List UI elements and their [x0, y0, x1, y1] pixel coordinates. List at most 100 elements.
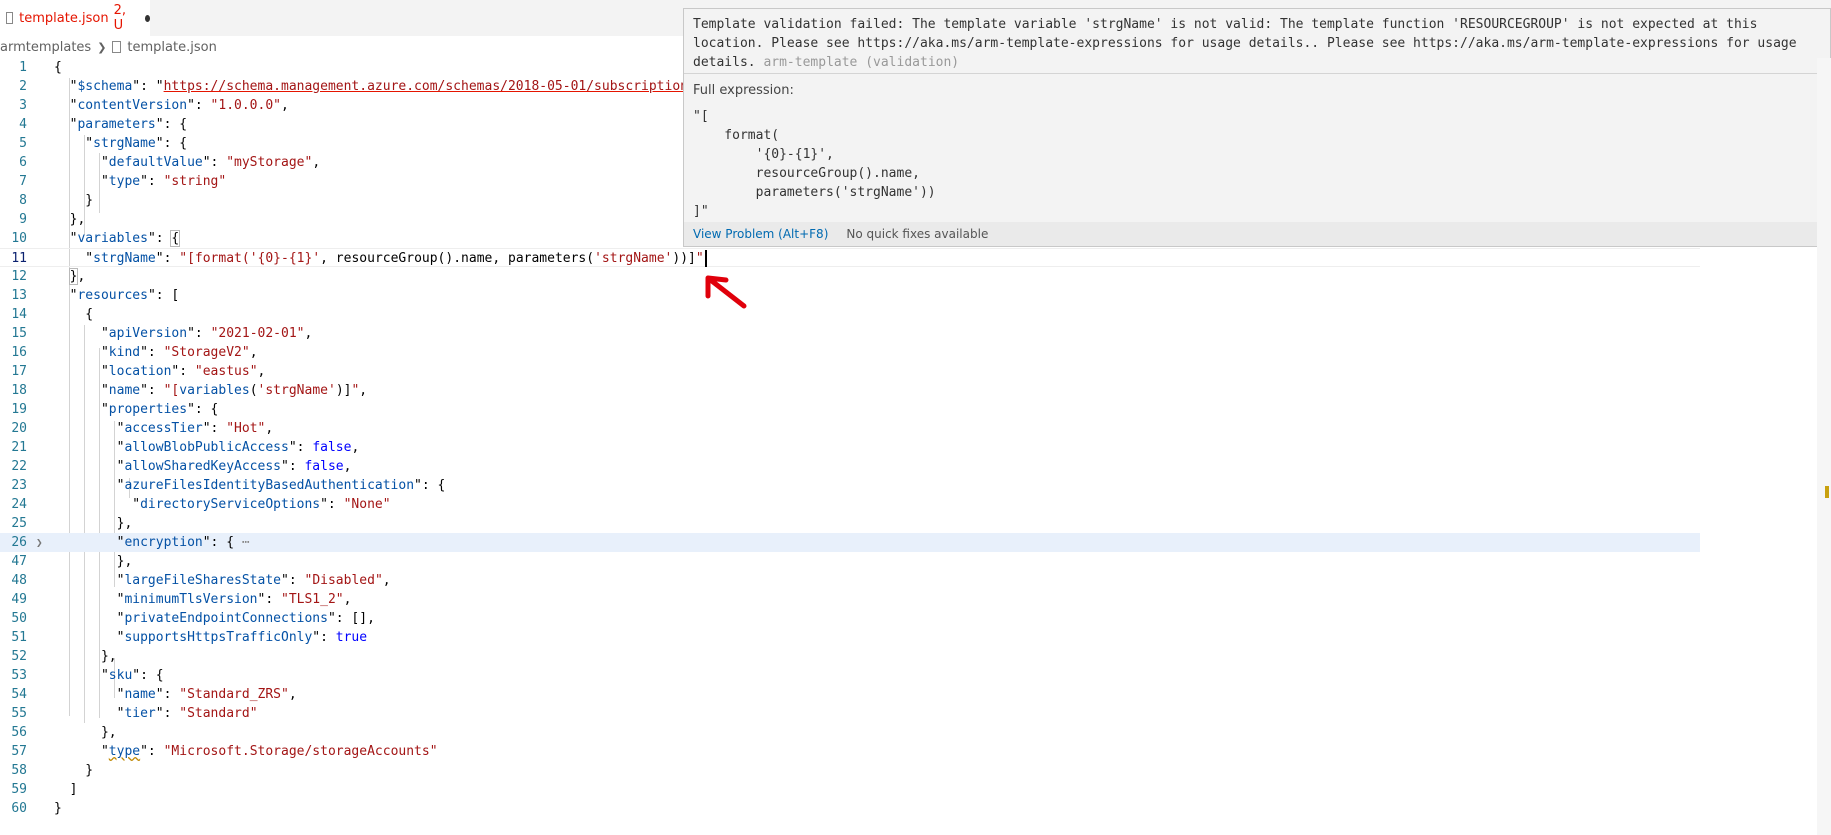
tab-filename: template.json: [19, 10, 109, 26]
code-line: 16 "kind": "StorageV2",: [0, 343, 1700, 362]
tab-template-json[interactable]: template.json 2, U: [0, 0, 150, 36]
code-line: 50 "privateEndpointConnections": [],: [0, 609, 1700, 628]
full-expression-code: "[ format( '{0}-{1}', resourceGroup().na…: [693, 109, 936, 219]
vertical-scrollbar[interactable]: [1817, 58, 1831, 835]
code-line: 52 },: [0, 647, 1700, 666]
json-key: accessTier: [124, 421, 203, 436]
json-value: string: [171, 174, 219, 189]
line-number: 23: [11, 478, 27, 493]
breadcrumb-folder[interactable]: armtemplates: [0, 40, 91, 55]
json-key: apiVersion: [108, 326, 188, 341]
code-text: },: [54, 554, 133, 569]
json-key: defaultValue: [108, 155, 203, 170]
json-key: supportsHttpsTrafficOnly: [124, 630, 313, 645]
line-number: 22: [11, 459, 27, 474]
code-line: 59 ]: [0, 780, 1700, 799]
line-number: 50: [11, 611, 27, 626]
code-text: "name": "Standard_ZRS",: [54, 687, 297, 702]
line-number: 2: [19, 79, 27, 94]
line-number: 56: [11, 725, 27, 740]
hover-status-bar: View Problem (Alt+F8) No quick fixes ava…: [684, 222, 1830, 246]
code-line: 48 "largeFileSharesState": "Disabled",: [0, 571, 1700, 590]
json-key: allowBlobPublicAccess: [124, 440, 289, 455]
folded-region-ellipsis[interactable]: ⋯: [242, 535, 250, 550]
code-text: "kind": "StorageV2",: [54, 345, 258, 360]
code-line: 20 "accessTier": "Hot",: [0, 419, 1700, 438]
code-line: 12 },: [0, 267, 1700, 286]
code-text: "type": "Microsoft.Storage/storageAccoun…: [54, 744, 438, 759]
breadcrumb: armtemplates ❯ template.json: [0, 36, 217, 58]
code-text: "parameters": {: [54, 117, 188, 132]
annotation-arrow-icon: [705, 275, 747, 309]
code-line: 19 "properties": {: [0, 400, 1700, 419]
code-line: 21 "allowBlobPublicAccess": false,: [0, 438, 1700, 457]
code-line: 49 "minimumTlsVersion": "TLS1_2",: [0, 590, 1700, 609]
code-line: 18 "name": "[variables('strgName')]",: [0, 381, 1700, 400]
expression-text: , resourceGroup().name, parameters(: [320, 251, 595, 266]
line-number: 1: [19, 60, 27, 75]
json-value: None: [351, 497, 383, 512]
fold-expand-chevron-icon[interactable]: ❯: [36, 533, 43, 552]
text-cursor: [704, 250, 707, 267]
json-key: parameters: [77, 117, 156, 132]
line-number: 6: [19, 155, 27, 170]
expression-text: ))]: [672, 251, 696, 266]
line-number: 25: [11, 516, 27, 531]
json-key: allowSharedKeyAccess: [124, 459, 281, 474]
line-number: 11: [11, 251, 27, 266]
json-value: myStorage: [234, 155, 305, 170]
unsaved-dot-icon[interactable]: [144, 14, 150, 22]
line-number: 20: [11, 421, 27, 436]
code-text: "encryption": { ⋯: [54, 535, 250, 550]
expression-text: )]: [335, 383, 352, 398]
json-key: strgName: [93, 251, 156, 266]
code-text: "apiVersion": "2021-02-01",: [54, 326, 313, 341]
code-line: 53 "sku": {: [0, 666, 1700, 685]
code-line: 55 "tier": "Standard": [0, 704, 1700, 723]
view-problem-link[interactable]: View Problem (Alt+F8): [693, 227, 828, 241]
code-text: }: [54, 763, 94, 778]
code-line: 25 },: [0, 514, 1700, 533]
code-text: "allowSharedKeyAccess": false,: [54, 459, 352, 474]
line-number: 14: [11, 307, 27, 322]
json-key: directoryServiceOptions: [140, 497, 321, 512]
expression-string: 'strgName': [257, 383, 336, 398]
line-number: 16: [11, 345, 27, 360]
line-number: 59: [11, 782, 27, 797]
code-text: },: [54, 516, 133, 531]
code-text: "directoryServiceOptions": "None": [54, 497, 391, 512]
code-text: {: [54, 307, 94, 322]
line-number: 21: [11, 440, 27, 455]
json-key: variables: [77, 231, 148, 246]
hover-message: Template validation failed: The template…: [693, 15, 1820, 72]
line-number: 17: [11, 364, 27, 379]
code-text: "variables": {: [54, 230, 181, 247]
line-number: 52: [11, 649, 27, 664]
code-text: "privateEndpointConnections": [],: [54, 611, 375, 626]
line-number: 47: [11, 554, 27, 569]
code-line: 22 "allowSharedKeyAccess": false,: [0, 457, 1700, 476]
json-string: "1.0.0.0": [210, 98, 281, 113]
json-value: Microsoft.Storage/storageAccounts: [171, 744, 430, 759]
code-line: 58 }: [0, 761, 1700, 780]
breadcrumb-file[interactable]: template.json: [127, 40, 216, 55]
json-key: properties: [108, 402, 188, 417]
code-text: },: [54, 212, 86, 227]
no-quick-fixes-text: No quick fixes available: [846, 227, 989, 241]
code-text: "strgName": {: [54, 136, 188, 151]
line-number: 54: [11, 687, 27, 702]
json-value: StorageV2: [171, 345, 242, 360]
code-line: 17 "location": "eastus",: [0, 362, 1700, 381]
line-number: 13: [11, 288, 27, 303]
schema-url-link[interactable]: https://schema.management.azure.com/sche…: [164, 79, 696, 94]
line-number: 15: [11, 326, 27, 341]
line-number: 57: [11, 744, 27, 759]
code-line-folded: 26 ❯ "encryption": { ⋯: [0, 533, 1700, 552]
full-expression-label: Full expression:: [693, 83, 794, 98]
json-key: sku: [108, 668, 133, 683]
code-line: 51 "supportsHttpsTrafficOnly": true: [0, 628, 1700, 647]
code-text: "azureFilesIdentityBasedAuthentication":…: [54, 478, 446, 493]
json-value: Disabled: [312, 573, 375, 588]
code-line: 57 "type": "Microsoft.Storage/storageAcc…: [0, 742, 1700, 761]
code-text: "largeFileSharesState": "Disabled",: [54, 573, 391, 588]
